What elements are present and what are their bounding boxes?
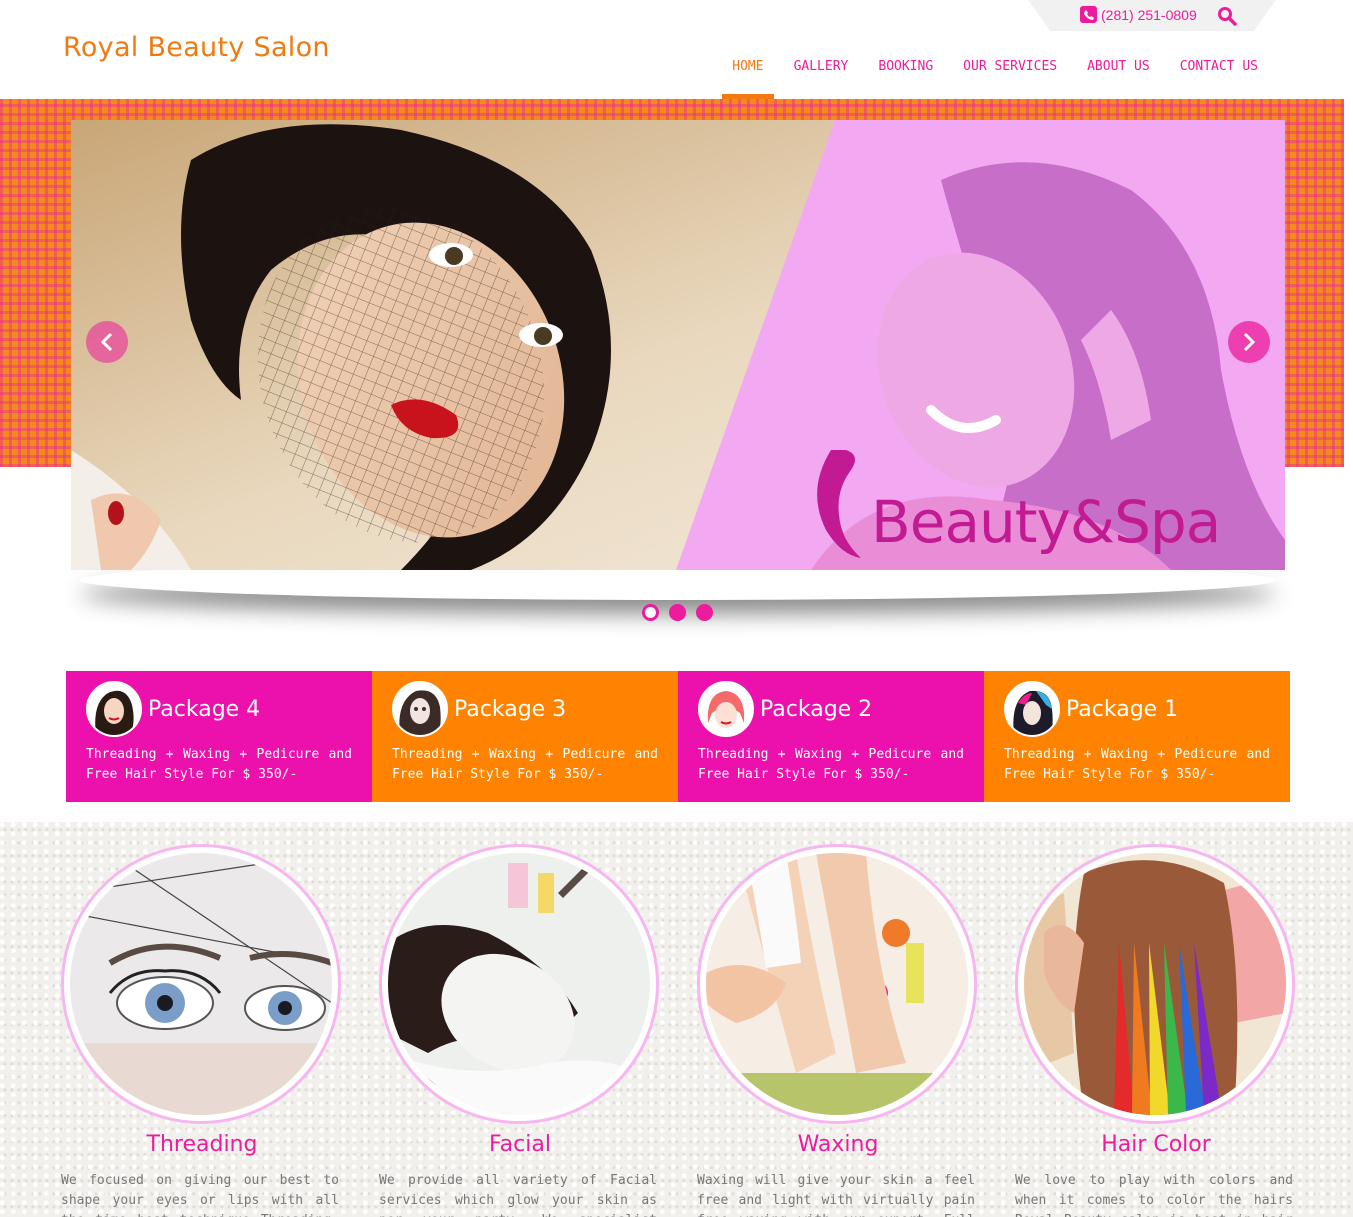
service-image-frame [61,844,341,1124]
nav-gallery[interactable]: GALLERY [779,59,864,99]
package-title: Package 3 [454,696,567,722]
service-card[interactable]: Threading We focused on giving our best … [61,844,343,1217]
package-description: Threading + Waxing + Pedicure and Free H… [698,747,964,782]
nav-booking[interactable]: BOOKING [863,59,948,99]
chevron-right-icon [1243,332,1256,352]
main-navigation: HOME GALLERY BOOKING OUR SERVICES ABOUT … [717,59,1273,99]
woman-avatar-icon [1004,681,1060,737]
slider-prev-button[interactable] [86,321,128,363]
woman-avatar-icon [392,681,448,737]
service-title: Hair Color [1101,1132,1211,1157]
service-description: We focused on giving our best to shape y… [61,1173,339,1217]
woman-avatar-icon [698,681,754,737]
packages-section: Package 4 Threading + Waxing + Pedicure … [66,671,1290,802]
slider-dot-1[interactable] [642,604,659,621]
search-icon[interactable] [1217,6,1237,26]
phone-number: (281) 251-0809 [1101,6,1197,23]
hero-slide-image: Beauty&Spa [71,120,1285,570]
nav-about-us[interactable]: ABOUT US [1072,59,1165,99]
phone-contact[interactable]: (281) 251-0809 [1080,6,1197,23]
service-description: We provide all variety of Facial service… [379,1173,657,1217]
slider-dot-3[interactable] [696,604,713,621]
woman-avatar-icon [86,681,142,737]
services-section: Threading We focused on giving our best … [0,822,1353,1217]
site-logo[interactable]: Royal Beauty Salon [63,32,330,63]
package-description: Threading + Waxing + Pedicure and Free H… [392,747,658,782]
service-title: Threading [146,1132,258,1157]
phone-icon [1080,6,1097,23]
slide-caption: Beauty&Spa [871,488,1220,556]
service-description: We love to play with colors and when it … [1015,1173,1293,1217]
package-title: Package 4 [148,696,261,722]
chevron-left-icon [100,332,113,352]
service-card[interactable]: Facial We provide all variety of Facial … [379,844,661,1217]
hero-slide: Beauty&Spa [71,120,1285,570]
slider-pagination [642,604,713,621]
service-title: Waxing [797,1132,879,1157]
facial-image [388,853,650,1115]
package-title: Package 2 [760,696,873,722]
threading-image [70,853,332,1115]
package-card[interactable]: Package 1 Threading + Waxing + Pedicure … [984,671,1290,802]
service-card[interactable]: Waxing Waxing will give your skin a feel… [697,844,979,1217]
service-image-frame [1015,844,1295,1124]
service-image-frame [379,844,659,1124]
hair-color-image [1024,853,1286,1115]
service-description: Waxing will give your skin a feel free a… [697,1173,975,1217]
nav-home[interactable]: HOME [717,59,778,99]
nav-contact-us[interactable]: CONTACT US [1165,59,1273,99]
package-card[interactable]: Package 3 Threading + Waxing + Pedicure … [372,671,678,802]
slider-next-button[interactable] [1228,321,1270,363]
nav-our-services[interactable]: OUR SERVICES [948,59,1072,99]
slider-dot-2[interactable] [669,604,686,621]
package-description: Threading + Waxing + Pedicure and Free H… [86,747,352,782]
site-header: Royal Beauty Salon (281) 251-0809 HOME G… [0,0,1353,99]
service-image-frame [697,844,977,1124]
package-title: Package 1 [1066,696,1179,722]
service-card[interactable]: Hair Color We love to play with colors a… [1015,844,1297,1217]
package-description: Threading + Waxing + Pedicure and Free H… [1004,747,1270,782]
waxing-image [706,853,968,1115]
service-title: Facial [489,1132,551,1157]
package-card[interactable]: Package 4 Threading + Waxing + Pedicure … [66,671,372,802]
package-card[interactable]: Package 2 Threading + Waxing + Pedicure … [678,671,984,802]
